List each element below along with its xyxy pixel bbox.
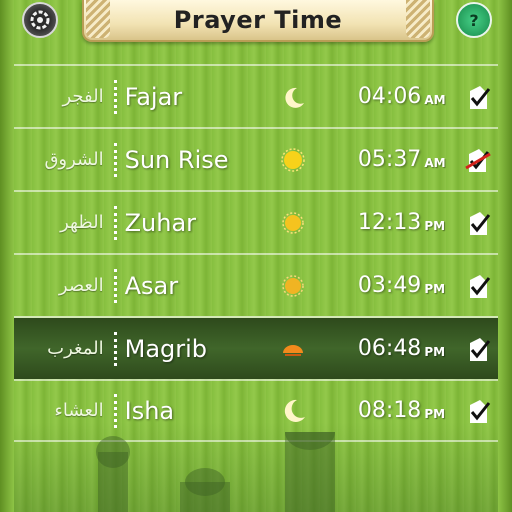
- dotted-divider: [113, 79, 117, 114]
- prayer-arabic-name: الشروق: [44, 149, 104, 170]
- prayer-name: Sun Rise: [124, 145, 229, 174]
- prayer-time: 04:06: [357, 84, 422, 109]
- alarm-checked-icon[interactable]: [458, 335, 498, 363]
- prayer-arabic-name: الظهر: [60, 212, 104, 233]
- prayer-arabic-name: الفجر: [62, 86, 104, 107]
- prayer-arabic-name: العصر: [58, 275, 104, 296]
- dotted-divider: [113, 268, 117, 303]
- prayer-row-asar[interactable]: العصر Asar 03:49 PM: [14, 253, 498, 316]
- prayer-ampm: AM: [424, 155, 446, 170]
- prayer-ampm: PM: [424, 218, 446, 233]
- prayer-row-sunrise[interactable]: الشروق Sun Rise 05:37 AM: [14, 127, 498, 190]
- prayer-name: Fajar: [124, 82, 183, 111]
- prayer-time: 08:18: [357, 398, 422, 423]
- crescent-moon-icon: [264, 396, 322, 426]
- prayer-name: Magrib: [124, 334, 208, 363]
- prayer-ampm: PM: [424, 281, 446, 296]
- prayer-row-zuhar[interactable]: الظهر Zuhar 12:13 PM: [14, 190, 498, 253]
- mosque-silhouette: [96, 432, 335, 512]
- dotted-divider: [113, 142, 117, 177]
- alarm-checked-icon[interactable]: [458, 209, 498, 237]
- prayer-name: Isha: [124, 396, 175, 425]
- sun-small-icon: [264, 208, 322, 238]
- dotted-divider: [113, 393, 117, 428]
- header: Prayer Time ?: [0, 0, 512, 44]
- prayer-name: Zuhar: [124, 208, 197, 237]
- dotted-divider: [113, 331, 117, 366]
- prayer-time: 06:48: [357, 336, 422, 361]
- sun-small-icon: [264, 271, 322, 301]
- dotted-divider: [113, 205, 117, 240]
- crescent-moon-icon: [264, 82, 322, 112]
- prayer-ampm: PM: [424, 344, 446, 359]
- prayer-ampm: AM: [424, 92, 446, 107]
- prayer-time: 05:37: [357, 147, 422, 172]
- alarm-off-icon[interactable]: [458, 146, 498, 174]
- prayer-name: Asar: [124, 271, 179, 300]
- prayer-arabic-name: المغرب: [47, 338, 104, 359]
- compass-icon[interactable]: [22, 2, 58, 38]
- prayer-time: 12:13: [357, 210, 422, 235]
- alarm-checked-icon[interactable]: [458, 272, 498, 300]
- sunset-icon: [264, 334, 322, 364]
- prayer-arabic-name: العشاء: [54, 400, 104, 421]
- prayer-row-fajar[interactable]: الفجر Fajar 04:06 AM: [14, 64, 498, 127]
- page-title: Prayer Time: [173, 6, 343, 34]
- prayer-row-magrib[interactable]: المغرب Magrib 06:48 PM: [14, 316, 498, 379]
- prayer-ampm: PM: [424, 406, 446, 421]
- title-banner: Prayer Time: [82, 0, 434, 42]
- sun-icon: [264, 145, 322, 175]
- alarm-checked-icon[interactable]: [458, 83, 498, 111]
- help-icon[interactable]: ?: [456, 2, 492, 38]
- help-glyph: ?: [469, 10, 479, 30]
- prayer-list: الفجر Fajar 04:06 AM الشروق Sun Rise 05:…: [14, 64, 498, 442]
- alarm-checked-icon[interactable]: [458, 397, 498, 425]
- prayer-time: 03:49: [357, 273, 422, 298]
